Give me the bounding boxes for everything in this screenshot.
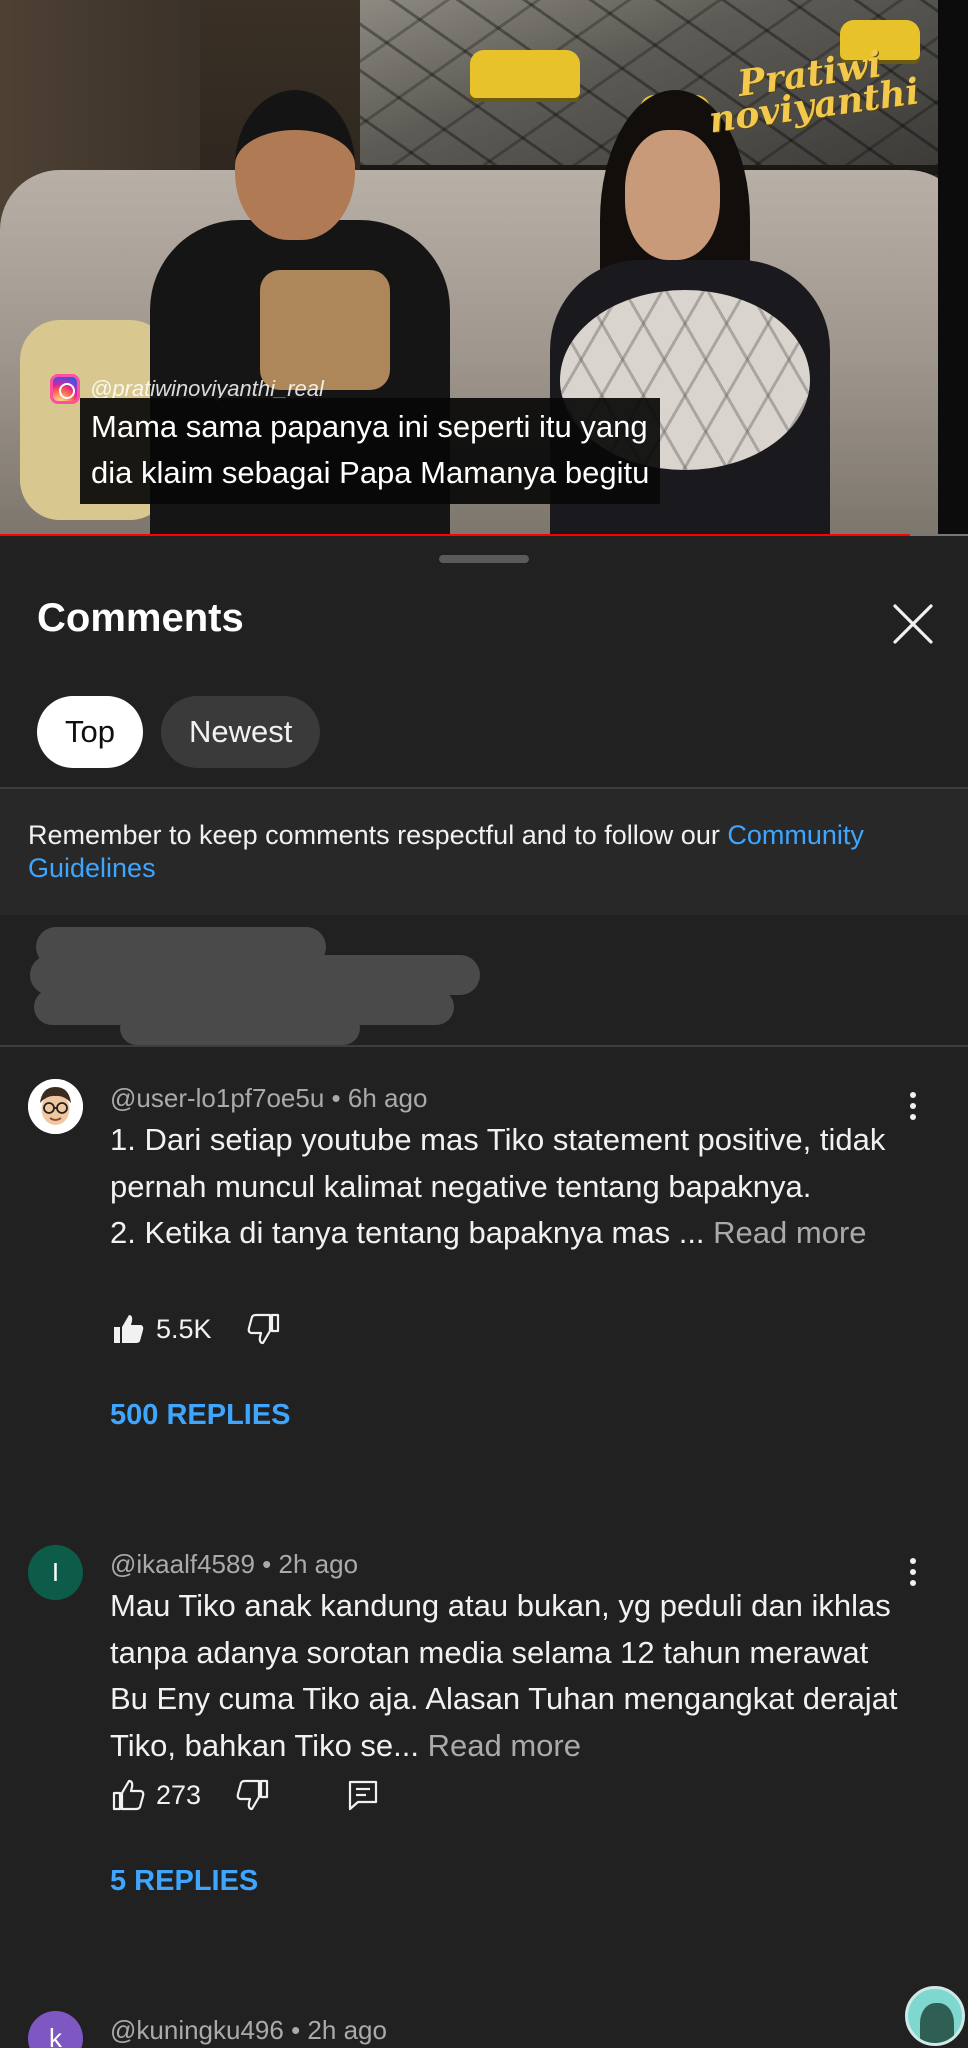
comment-text: 1. Dari setiap youtube mas Tiko statemen…: [110, 1117, 910, 1257]
read-more-link[interactable]: Read more: [705, 1215, 866, 1250]
video-player[interactable]: Pratiwi noviyanthi @pratiwinoviyanthi_re…: [0, 0, 968, 536]
comment-text: Mau Tiko anak kandung atau bukan, yg ped…: [110, 1583, 910, 1769]
video-scene-edge: [938, 0, 968, 536]
memoji-avatar-icon: [28, 1079, 83, 1134]
close-button[interactable]: [885, 596, 941, 652]
like-icon[interactable]: [110, 1777, 146, 1813]
comment-meta: @ikaalf4589 • 2h ago: [110, 1549, 359, 1579]
like-count: 273: [156, 1779, 202, 1810]
comment-time: 2h ago: [307, 2015, 387, 2045]
guidelines-notice: Remember to keep comments respectful and…: [0, 789, 968, 915]
view-replies-button[interactable]: 5 REPLIES: [110, 1865, 258, 1898]
comment-meta: @user-lo1pf7oe5u • 6h ago: [110, 1083, 428, 1113]
comments-sheet: Comments Top Newest Remember to keep com…: [0, 539, 968, 2048]
comment-time: 6h ago: [347, 1083, 428, 1113]
comments-title: Comments: [37, 596, 244, 640]
instagram-icon: [50, 374, 80, 404]
like-count: 5.5K: [156, 1313, 212, 1344]
close-icon: [893, 604, 933, 644]
tab-newest[interactable]: Newest: [160, 696, 321, 768]
comment-item: I @ikaalf4589 • 2h ago Mau Tiko anak kan…: [0, 1535, 968, 1935]
floating-assistant-icon[interactable]: [905, 1986, 965, 2046]
tab-top[interactable]: Top: [37, 696, 143, 768]
redacted-area: [30, 919, 490, 1049]
sort-tabs: Top Newest: [37, 696, 321, 768]
dislike-icon[interactable]: [246, 1311, 282, 1347]
video-caption: Mama sama papanya ini seperti itu yang d…: [80, 398, 661, 504]
reply-icon[interactable]: [345, 1777, 381, 1813]
avatar[interactable]: [28, 1079, 83, 1134]
video-progress-fill: [0, 534, 910, 536]
drag-handle[interactable]: [439, 555, 529, 563]
dislike-icon[interactable]: [235, 1777, 271, 1813]
divider: [0, 1045, 968, 1047]
comment-author[interactable]: @user-lo1pf7oe5u: [110, 1083, 324, 1113]
avatar[interactable]: I: [28, 1545, 83, 1600]
view-replies-button[interactable]: 500 REPLIES: [110, 1399, 291, 1432]
comment-author[interactable]: @kuningku496: [110, 2015, 284, 2045]
comment-item: @user-lo1pf7oe5u • 6h ago 1. Dari setiap…: [0, 1069, 968, 1431]
video-progress-bar[interactable]: [0, 534, 968, 536]
comment-meta: @kuningku496 • 2h ago: [110, 2015, 387, 2045]
comment-time: 2h ago: [278, 1549, 359, 1579]
comment-actions: 5.5K: [110, 1307, 282, 1351]
guidelines-text: Remember to keep comments respectful and…: [28, 820, 728, 850]
like-icon[interactable]: [110, 1311, 146, 1347]
comment-author[interactable]: @ikaalf4589: [110, 1549, 255, 1579]
avatar[interactable]: k: [28, 2011, 83, 2048]
comment-actions: 273: [110, 1773, 381, 1817]
comment-item: k @kuningku496 • 2h ago: [0, 2001, 968, 2048]
read-more-link[interactable]: Read more: [419, 1728, 581, 1763]
